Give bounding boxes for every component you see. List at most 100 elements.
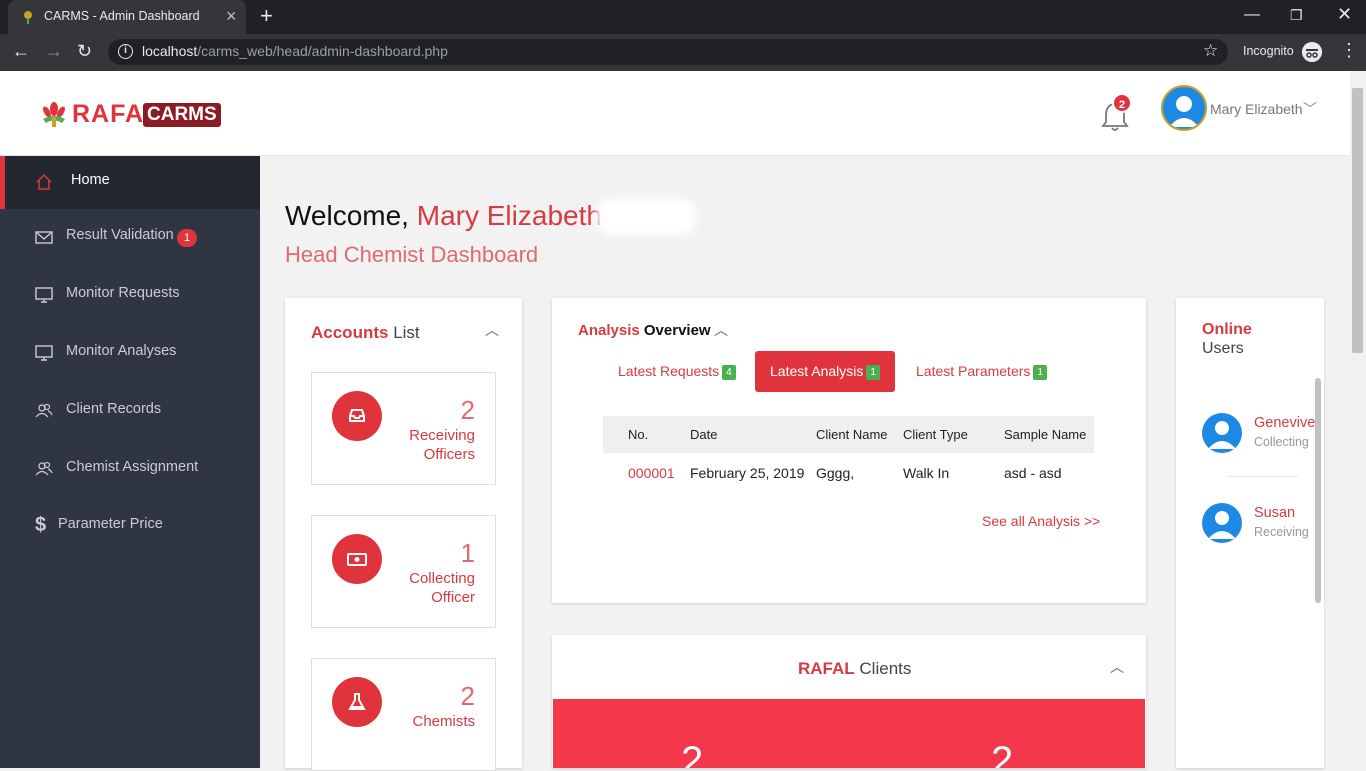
sidebar-item-label: Monitor Requests <box>66 285 180 301</box>
url-path: /carms_web/head/admin-dashboard.php <box>197 43 448 59</box>
overview-title-bold: Analysis <box>578 322 640 339</box>
minimize-icon[interactable]: — <box>1244 6 1260 24</box>
accounts-title-rest: List <box>393 323 420 342</box>
analysis-overview-title: Analysis Overview <box>578 322 711 339</box>
column-header-client-type: Client Type <box>903 427 968 442</box>
sidebar-item-label: Chemist Assignment <box>66 459 199 475</box>
accounts-list-card: Accounts List ︿ 2 Receiving Officers 1 Co… <box>285 298 522 771</box>
flask-icon <box>332 677 382 727</box>
online-user-item[interactable]: Susan Receiving <box>1202 503 1324 563</box>
tab-latest-parameters[interactable]: Latest Parameters 1 <box>916 351 1047 392</box>
page-scrollbar-thumb[interactable] <box>1352 88 1363 353</box>
envelope-icon <box>35 231 53 244</box>
analysis-client-name: Gggg, <box>816 465 855 481</box>
online-title-line2: Users <box>1202 340 1244 357</box>
clients-stat-left: 2 <box>681 739 704 768</box>
online-user-role: Receiving <box>1254 525 1309 539</box>
online-user-item[interactable]: Genevive Collecting <box>1202 413 1324 473</box>
column-header-sample-name: Sample Name <box>1004 427 1087 442</box>
receiving-officers-card[interactable]: 2 Receiving Officers <box>311 372 496 485</box>
chevron-up-icon[interactable]: ︿ <box>485 320 499 340</box>
user-avatar[interactable] <box>1161 85 1207 131</box>
latest-analysis-badge: 1 <box>866 364 880 380</box>
online-users-scrollbar[interactable] <box>1315 378 1321 603</box>
sidebar-item-monitor-analyses[interactable]: Monitor Analyses <box>0 327 260 380</box>
analysis-client-type: Walk In <box>903 465 950 481</box>
analysis-overview-card: Analysis Overview ︿ Latest Requests 4 Lat… <box>552 298 1146 603</box>
clients-title-rest: Clients <box>859 659 912 678</box>
browser-tab-strip: CARMS - Admin Dashboard × + — ❐ ✕ <box>0 0 1366 34</box>
app-header: RAFAL CARMS 2 Mary Elizabeth ﹀ <box>0 71 1350 156</box>
receiving-officers-label: Receiving Officers <box>409 427 475 463</box>
welcome-prefix: Welcome, <box>285 200 409 231</box>
sidebar-item-monitor-requests[interactable]: Monitor Requests <box>0 269 260 322</box>
online-users-card: Online Users Genevive Collecting Susan Re… <box>1176 298 1324 768</box>
window-close-icon[interactable]: ✕ <box>1337 4 1352 25</box>
column-header-no: No. <box>628 427 649 442</box>
user-name[interactable]: Mary Elizabeth <box>1210 101 1303 117</box>
close-tab-icon[interactable]: × <box>226 6 237 26</box>
sidebar-item-result-validation[interactable]: Result Validation <box>0 211 260 264</box>
address-bar-row: ← → ↻ i localhost/carms_web/head/admin-d… <box>0 34 1366 71</box>
divider <box>1228 476 1298 477</box>
incognito-label: Incognito <box>1243 44 1294 58</box>
receiving-officers-count: 2 <box>460 395 475 425</box>
sidebar-item-client-records[interactable]: Client Records <box>0 385 260 438</box>
user-avatar-icon <box>1169 96 1199 127</box>
bookmark-star-icon[interactable]: ☆ <box>1203 41 1218 61</box>
chevron-up-icon[interactable]: ︿ <box>714 320 728 340</box>
redacted-surname <box>596 199 696 235</box>
forward-icon[interactable]: → <box>45 41 63 62</box>
sidebar-item-chemist-assignment[interactable]: Chemist Assignment <box>0 443 260 496</box>
chevron-up-icon[interactable]: ︿ <box>1110 657 1124 677</box>
online-user-name: Genevive <box>1254 415 1316 431</box>
dollar-icon: $ <box>35 514 47 536</box>
logo-carms-text: CARMS <box>143 103 221 127</box>
welcome-heading: Welcome, Mary Elizabeth <box>285 200 602 232</box>
reload-icon[interactable]: ↻ <box>77 41 92 62</box>
users-icon <box>35 403 53 418</box>
chevron-down-icon[interactable]: ﹀ <box>1303 99 1317 119</box>
money-icon <box>332 534 382 584</box>
user-avatar-icon <box>1202 503 1242 543</box>
browser-menu-icon[interactable]: ⋮ <box>1340 41 1358 59</box>
url-host: localhost <box>142 43 198 59</box>
accounts-list-title: Accounts List <box>311 323 420 343</box>
online-title-line1: Online <box>1202 321 1252 338</box>
clients-stats-band: 2 2 <box>553 699 1145 768</box>
tab-latest-requests[interactable]: Latest Requests 4 <box>618 351 736 392</box>
analysis-sample-name: asd - asd <box>1004 465 1062 481</box>
back-icon[interactable]: ← <box>12 41 30 62</box>
rafal-clients-card: RAFAL Clients ︿ 2 2 <box>552 635 1146 768</box>
tab-latest-analysis[interactable]: Latest Analysis 1 <box>755 351 895 392</box>
notification-badge: 2 <box>1112 93 1132 113</box>
monitor-icon <box>35 287 53 303</box>
monitor-icon <box>35 345 53 361</box>
latest-requests-badge: 4 <box>722 364 736 380</box>
browser-tab[interactable]: CARMS - Admin Dashboard × <box>8 0 246 34</box>
clients-stat-right: 2 <box>991 739 1014 768</box>
collecting-officer-card[interactable]: 1 Collecting Officer <box>311 515 496 628</box>
sidebar-item-label: Result Validation <box>66 227 174 243</box>
leaf-logo-icon <box>43 102 65 127</box>
analysis-date: February 25, 2019 <box>690 465 805 481</box>
sidebar: Home Result Validation 1 Monitor Request… <box>0 156 260 768</box>
users-icon <box>35 461 53 476</box>
see-all-analysis-link[interactable]: See all Analysis >> <box>982 513 1100 529</box>
analysis-number-link[interactable]: 000001 <box>628 465 675 481</box>
site-info-icon[interactable]: i <box>118 44 133 59</box>
chemists-card[interactable]: 2 Chemists <box>311 658 496 771</box>
sidebar-item-parameter-price[interactable]: $ Parameter Price <box>0 500 260 553</box>
online-users-title: Online Users <box>1202 320 1252 358</box>
column-header-date: Date <box>690 427 718 442</box>
sidebar-item-home[interactable]: Home <box>0 156 260 209</box>
sidebar-item-label: Monitor Analyses <box>66 343 177 359</box>
url-bar[interactable]: i localhost/carms_web/head/admin-dashboa… <box>108 39 1228 65</box>
restore-icon[interactable]: ❐ <box>1290 7 1303 24</box>
collecting-officer-label: Collecting Officer <box>409 570 475 606</box>
incognito-icon <box>1302 42 1322 62</box>
rafal-carms-logo[interactable]: RAFAL CARMS <box>40 99 221 129</box>
new-tab-button[interactable]: + <box>260 4 273 28</box>
chemists-label: Chemists <box>412 713 475 730</box>
column-header-client-name: Client Name <box>816 427 888 442</box>
